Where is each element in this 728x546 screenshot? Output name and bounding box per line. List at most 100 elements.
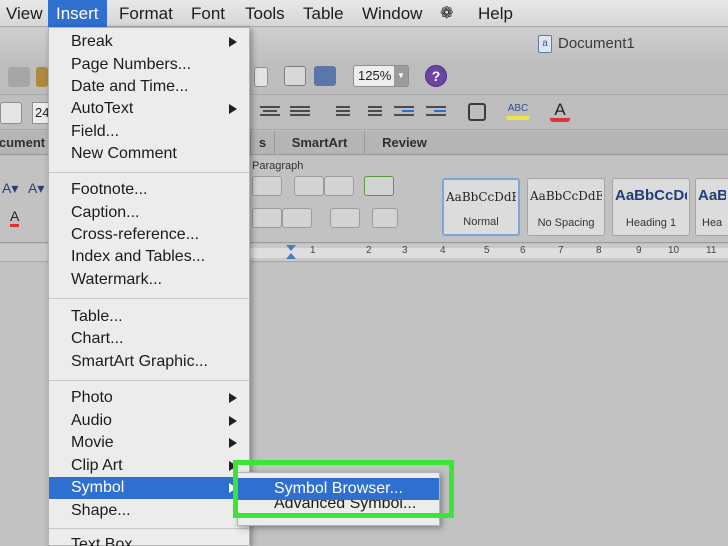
menu-format[interactable]: Format xyxy=(119,0,173,27)
callout-highlight-box xyxy=(233,460,454,518)
insert-menu: Break Page Numbers... Date and Time... A… xyxy=(48,27,250,546)
style-sample: AaBb xyxy=(698,187,726,204)
shrink-font-icon[interactable]: A▾ xyxy=(28,180,44,197)
indent-marker-icon[interactable] xyxy=(286,245,296,260)
tab-smartart[interactable]: SmartArt xyxy=(274,131,364,155)
script-menu-icon[interactable]: ❁ xyxy=(440,0,453,27)
font-color-icon[interactable]: A xyxy=(550,100,570,122)
ruler-number: 8 xyxy=(596,245,602,256)
ruler-number: 11 xyxy=(706,245,717,256)
grow-font-icon[interactable]: A▾ xyxy=(2,180,18,197)
menu-help[interactable]: Help xyxy=(478,0,513,27)
menu-item-smartart-graphic[interactable]: SmartArt Graphic... xyxy=(49,351,249,373)
zoom-value: 125% xyxy=(358,68,392,83)
columns-icon[interactable] xyxy=(364,176,394,196)
ruler-number: 5 xyxy=(484,245,490,256)
ruler-number: 1 xyxy=(310,245,316,256)
style-name: Normal xyxy=(463,216,499,228)
menu-font[interactable]: Font xyxy=(191,0,225,27)
text-direction-icon[interactable] xyxy=(372,208,398,228)
menu-item-audio[interactable]: Audio xyxy=(49,410,249,432)
menu-item-label: SmartArt Graphic... xyxy=(71,353,208,370)
sort-icon[interactable] xyxy=(252,176,282,196)
ruler-number: 4 xyxy=(440,245,446,256)
menu-item-label: Photo xyxy=(71,389,113,406)
menu-item-text-box[interactable]: Text Box xyxy=(49,534,249,546)
menu-item-break[interactable]: Break xyxy=(49,31,249,53)
tab-document-elements[interactable]: cument xyxy=(0,131,48,155)
menu-item-label: New Comment xyxy=(71,145,177,162)
menu-item-photo[interactable]: Photo xyxy=(49,387,249,409)
menu-item-footnote[interactable]: Footnote... xyxy=(49,179,249,201)
menu-item-label: Text Box xyxy=(71,536,133,546)
copy-icon[interactable] xyxy=(8,67,30,87)
chevron-down-icon: ▼ xyxy=(394,66,408,86)
indent-icon[interactable] xyxy=(324,176,354,196)
menu-item-chart[interactable]: Chart... xyxy=(49,328,249,350)
menu-item-field[interactable]: Field... xyxy=(49,121,249,143)
style-normal[interactable]: AaBbCcDdEe Normal xyxy=(442,178,520,236)
menu-item-autotext[interactable]: AutoText xyxy=(49,98,249,120)
submenu-arrow-icon xyxy=(229,416,237,426)
style-sample: AaBbCcDd xyxy=(615,187,687,204)
menu-item-label: Caption... xyxy=(71,204,140,221)
submenu-arrow-icon xyxy=(229,393,237,403)
style-sample: AaBbCcDdEe xyxy=(530,189,602,203)
menu-item-table[interactable]: Table... xyxy=(49,306,249,328)
menu-item-caption[interactable]: Caption... xyxy=(49,202,249,224)
media-browser-icon[interactable] xyxy=(314,66,336,86)
menu-item-date-and-time[interactable]: Date and Time... xyxy=(49,76,249,98)
ruler-number: 7 xyxy=(558,245,564,256)
menu-item-new-comment[interactable]: New Comment xyxy=(49,143,249,165)
table-grid-icon[interactable] xyxy=(284,66,306,86)
shading-icon[interactable] xyxy=(330,208,360,228)
menu-view[interactable]: View xyxy=(6,0,43,27)
menu-item-clip-art[interactable]: Clip Art xyxy=(49,455,249,477)
increase-indent-icon[interactable] xyxy=(426,104,446,120)
zoom-select[interactable]: 125% ▼ xyxy=(353,65,409,87)
menu-insert[interactable]: Insert xyxy=(48,0,107,27)
align-center-icon[interactable] xyxy=(260,104,280,120)
paragraph-spacing-icon[interactable] xyxy=(282,208,312,228)
ruler-number: 3 xyxy=(402,245,408,256)
menu-item-page-numbers[interactable]: Page Numbers... xyxy=(49,54,249,76)
justify-icon[interactable] xyxy=(290,104,310,120)
menu-item-movie[interactable]: Movie xyxy=(49,432,249,454)
help-icon[interactable]: ? xyxy=(425,65,447,87)
style-name: Heading 1 xyxy=(625,217,677,229)
decrease-indent-icon[interactable] xyxy=(394,104,414,120)
style-heading-1[interactable]: AaBbCcDd Heading 1 xyxy=(612,178,690,236)
menu-item-cross-reference[interactable]: Cross-reference... xyxy=(49,224,249,246)
menu-item-symbol[interactable]: Symbol xyxy=(49,477,249,499)
bulleted-list-icon[interactable] xyxy=(362,104,382,120)
menu-item-label: Cross-reference... xyxy=(71,226,200,243)
style-heading-2[interactable]: AaBb Hea xyxy=(695,178,728,236)
menu-bar: View Insert Format Font Tools Table Wind… xyxy=(0,0,728,27)
submenu-arrow-icon xyxy=(229,37,237,47)
menu-separator xyxy=(49,380,249,381)
borders-icon[interactable] xyxy=(468,103,486,121)
menu-item-watermark[interactable]: Watermark... xyxy=(49,269,249,291)
style-no-spacing[interactable]: AaBbCcDdEe No Spacing xyxy=(527,178,605,236)
menu-table[interactable]: Table xyxy=(303,0,344,27)
menu-item-index-and-tables[interactable]: Index and Tables... xyxy=(49,246,249,268)
font-name-field[interactable] xyxy=(0,102,22,124)
menu-item-label: Field... xyxy=(71,123,120,140)
numbered-list-icon[interactable] xyxy=(330,104,350,120)
menu-tools[interactable]: Tools xyxy=(245,0,285,27)
text-color-icon[interactable]: A xyxy=(10,208,20,227)
menu-item-shape[interactable]: Shape... xyxy=(49,500,249,522)
style-name: Hea xyxy=(702,217,723,229)
paste-icon[interactable] xyxy=(36,67,48,87)
menu-item-label: Audio xyxy=(71,412,112,429)
outdent-icon[interactable] xyxy=(294,176,324,196)
line-spacing-icon[interactable] xyxy=(252,208,282,228)
highlight-icon[interactable]: ABC xyxy=(506,102,530,120)
menu-item-label: Footnote... xyxy=(71,181,148,198)
menu-window[interactable]: Window xyxy=(362,0,422,27)
menu-item-label: AutoText xyxy=(71,100,134,117)
document-icon: a xyxy=(538,35,552,53)
tab-tables[interactable]: s xyxy=(250,131,274,155)
tab-review[interactable]: Review xyxy=(364,131,444,155)
dropdown-field[interactable] xyxy=(254,67,268,87)
